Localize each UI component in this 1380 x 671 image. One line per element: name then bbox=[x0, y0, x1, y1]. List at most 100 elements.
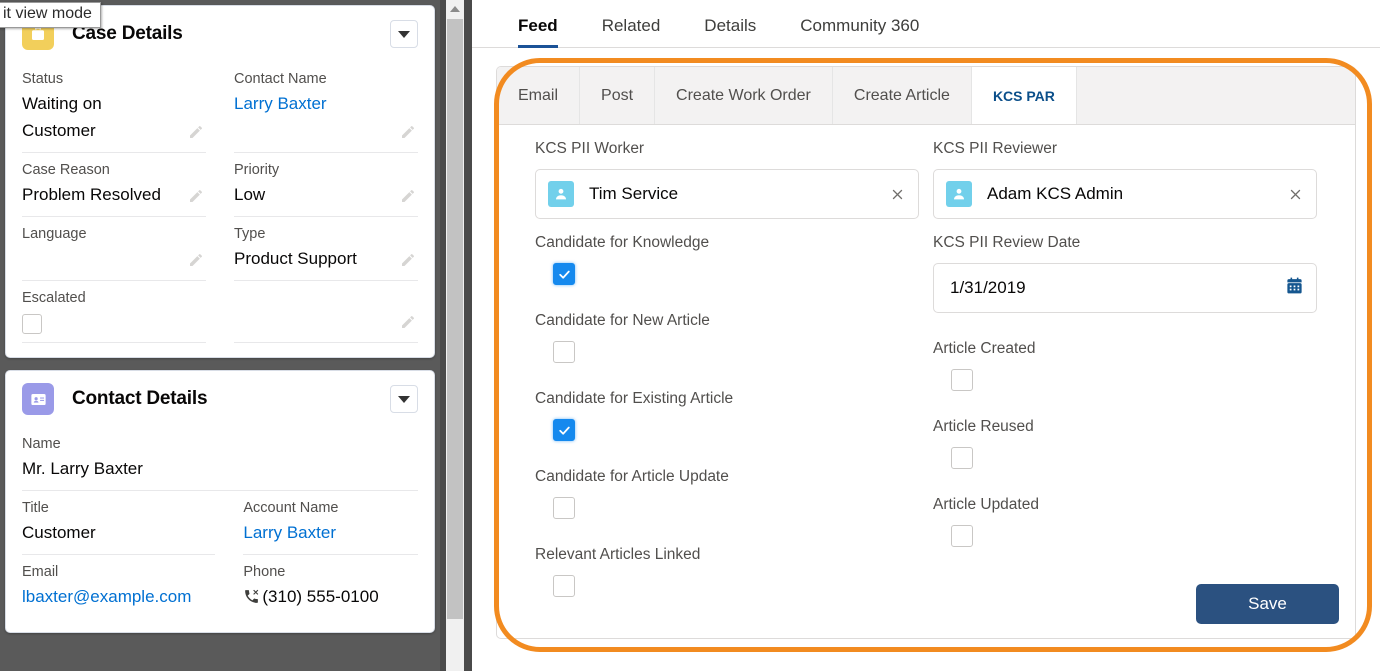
contact-card-icon bbox=[22, 383, 54, 415]
field-label: Article Created bbox=[933, 340, 1036, 357]
phone-icon[interactable] bbox=[243, 588, 260, 605]
field-account-name[interactable]: Account Name Larry Baxter bbox=[243, 491, 418, 555]
field-label: Candidate for Existing Article bbox=[535, 390, 734, 407]
field-label: Status bbox=[22, 71, 64, 87]
tab-related[interactable]: Related bbox=[580, 16, 683, 47]
edit-pencil-icon[interactable] bbox=[400, 188, 416, 204]
field-value-link[interactable]: Larry Baxter bbox=[234, 90, 418, 117]
case-details-card: Case Details Status Waiting on Customer … bbox=[5, 5, 435, 358]
field-value: Waiting on Customer bbox=[22, 94, 102, 140]
form-left-column: KCS PII Worker Tim Service Candidate for… bbox=[535, 139, 919, 623]
publisher-actions: Save bbox=[1196, 584, 1339, 624]
contact-details-card: Contact Details Name Mr. Larry Baxter Ti… bbox=[5, 370, 435, 633]
field-label: Case Reason bbox=[22, 162, 110, 178]
publisher-tab-kcs-par[interactable]: KCS PAR bbox=[971, 67, 1077, 124]
candidate-for-new-article-checkbox[interactable] bbox=[553, 341, 575, 363]
field-priority[interactable]: Priority Low bbox=[234, 153, 418, 217]
edit-pencil-icon[interactable] bbox=[188, 188, 204, 204]
edit-pencil-icon[interactable] bbox=[400, 314, 416, 330]
candidate-for-new-article-field: Candidate for New Article bbox=[535, 311, 919, 363]
field-label: Phone bbox=[243, 564, 286, 580]
calendar-icon[interactable] bbox=[1285, 276, 1304, 300]
clear-icon[interactable] bbox=[1286, 185, 1304, 203]
field-label: Candidate for Knowledge bbox=[535, 234, 710, 251]
tab-feed[interactable]: Feed bbox=[496, 16, 580, 48]
candidate-for-article-update-checkbox[interactable] bbox=[553, 497, 575, 519]
kcs-pii-worker-lookup[interactable]: Tim Service bbox=[535, 169, 919, 219]
chevron-down-icon[interactable] bbox=[390, 20, 418, 48]
field-title[interactable]: Title Customer bbox=[22, 491, 216, 555]
user-avatar-icon bbox=[946, 181, 972, 207]
field-label: Name bbox=[22, 436, 61, 452]
field-value: Product Support bbox=[234, 249, 357, 268]
chevron-down-icon[interactable] bbox=[390, 385, 418, 413]
relevant-articles-linked-checkbox[interactable] bbox=[553, 575, 575, 597]
field-value: Customer bbox=[22, 523, 96, 542]
candidate-for-existing-article-checkbox[interactable] bbox=[553, 419, 575, 441]
contact-details-fields: Name Mr. Larry Baxter Title Customer Acc… bbox=[22, 427, 418, 618]
edit-pencil-icon[interactable] bbox=[400, 252, 416, 268]
scrollbar-thumb[interactable] bbox=[447, 19, 463, 619]
field-label: Contact Name bbox=[234, 71, 327, 87]
field-label: KCS PII Reviewer bbox=[933, 140, 1058, 157]
tab-community-360[interactable]: Community 360 bbox=[778, 16, 941, 47]
field-value-link[interactable]: lbaxter@example.com bbox=[22, 583, 215, 610]
left-detail-panel: it view mode Case Details Status Waiting… bbox=[0, 0, 440, 671]
field-phone[interactable]: Phone (310) 555-0100 bbox=[243, 555, 418, 618]
publisher-tab-post[interactable]: Post bbox=[580, 67, 656, 124]
field-label: Language bbox=[22, 226, 87, 242]
right-content-panel: Feed Related Details Community 360 Email… bbox=[472, 0, 1380, 671]
case-details-fields: Status Waiting on Customer Contact Name … bbox=[22, 62, 418, 343]
kcs-pii-worker-value: Tim Service bbox=[589, 184, 679, 203]
kcs-pii-review-date-input[interactable]: 1/31/2019 bbox=[933, 263, 1317, 313]
field-name[interactable]: Name Mr. Larry Baxter bbox=[22, 427, 418, 491]
field-type[interactable]: Type Product Support bbox=[234, 217, 418, 281]
field-case-reason[interactable]: Case Reason Problem Resolved bbox=[22, 153, 206, 217]
tab-details[interactable]: Details bbox=[682, 16, 778, 47]
kcs-pii-review-date-field: KCS PII Review Date 1/31/2019 bbox=[933, 233, 1317, 313]
kcs-pii-reviewer-lookup[interactable]: Adam KCS Admin bbox=[933, 169, 1317, 219]
field-status[interactable]: Status Waiting on Customer bbox=[22, 62, 206, 153]
edit-pencil-icon[interactable] bbox=[400, 124, 416, 140]
publisher-tab-email[interactable]: Email bbox=[497, 67, 581, 124]
app-root: it view mode Case Details Status Waiting… bbox=[0, 0, 1380, 671]
field-value-link[interactable]: Larry Baxter bbox=[243, 519, 418, 546]
field-label: Email bbox=[22, 564, 59, 580]
publisher-tab-create-article[interactable]: Create Article bbox=[832, 67, 972, 124]
relevant-articles-linked-field: Relevant Articles Linked bbox=[535, 545, 919, 597]
field-escalated[interactable]: Escalated bbox=[22, 281, 206, 343]
article-created-checkbox[interactable] bbox=[951, 369, 973, 391]
field-value: Mr. Larry Baxter bbox=[22, 459, 143, 478]
candidate-for-knowledge-checkbox[interactable] bbox=[553, 263, 575, 285]
publisher-panel: Email Post Create Work Order Create Arti… bbox=[496, 66, 1356, 639]
field-empty bbox=[234, 281, 418, 343]
article-created-field: Article Created bbox=[933, 339, 1317, 391]
field-label: KCS PII Worker bbox=[535, 140, 645, 157]
edit-pencil-icon[interactable] bbox=[188, 252, 204, 268]
field-label: Article Reused bbox=[933, 418, 1034, 435]
field-language[interactable]: Language bbox=[22, 217, 206, 281]
field-contact-name[interactable]: Contact Name Larry Baxter bbox=[234, 62, 418, 153]
field-label: KCS PII Review Date bbox=[933, 234, 1081, 251]
article-reused-checkbox[interactable] bbox=[951, 447, 973, 469]
scroll-up-arrow-icon[interactable] bbox=[446, 0, 464, 17]
left-panel-scroll-gutter bbox=[440, 0, 472, 671]
save-button[interactable]: Save bbox=[1196, 584, 1339, 624]
kcs-par-form: KCS PII Worker Tim Service Candidate for… bbox=[497, 125, 1355, 623]
kcs-pii-worker-field: KCS PII Worker Tim Service bbox=[535, 139, 919, 219]
kcs-pii-reviewer-value: Adam KCS Admin bbox=[987, 184, 1124, 203]
edit-pencil-icon[interactable] bbox=[188, 124, 204, 140]
escalated-checkbox[interactable] bbox=[22, 314, 42, 334]
field-email[interactable]: Email lbaxter@example.com bbox=[22, 555, 215, 618]
publisher-tab-create-work-order[interactable]: Create Work Order bbox=[655, 67, 833, 124]
field-label: Relevant Articles Linked bbox=[535, 546, 701, 563]
article-updated-field: Article Updated bbox=[933, 495, 1317, 547]
article-updated-checkbox[interactable] bbox=[951, 525, 973, 547]
field-value: Low bbox=[234, 185, 266, 204]
field-label: Account Name bbox=[243, 500, 339, 516]
clear-icon[interactable] bbox=[888, 185, 906, 203]
field-label: Title bbox=[22, 500, 49, 516]
field-label: Escalated bbox=[22, 290, 86, 306]
field-value: (310) 555-0100 bbox=[243, 583, 418, 610]
field-label: Type bbox=[234, 226, 266, 242]
